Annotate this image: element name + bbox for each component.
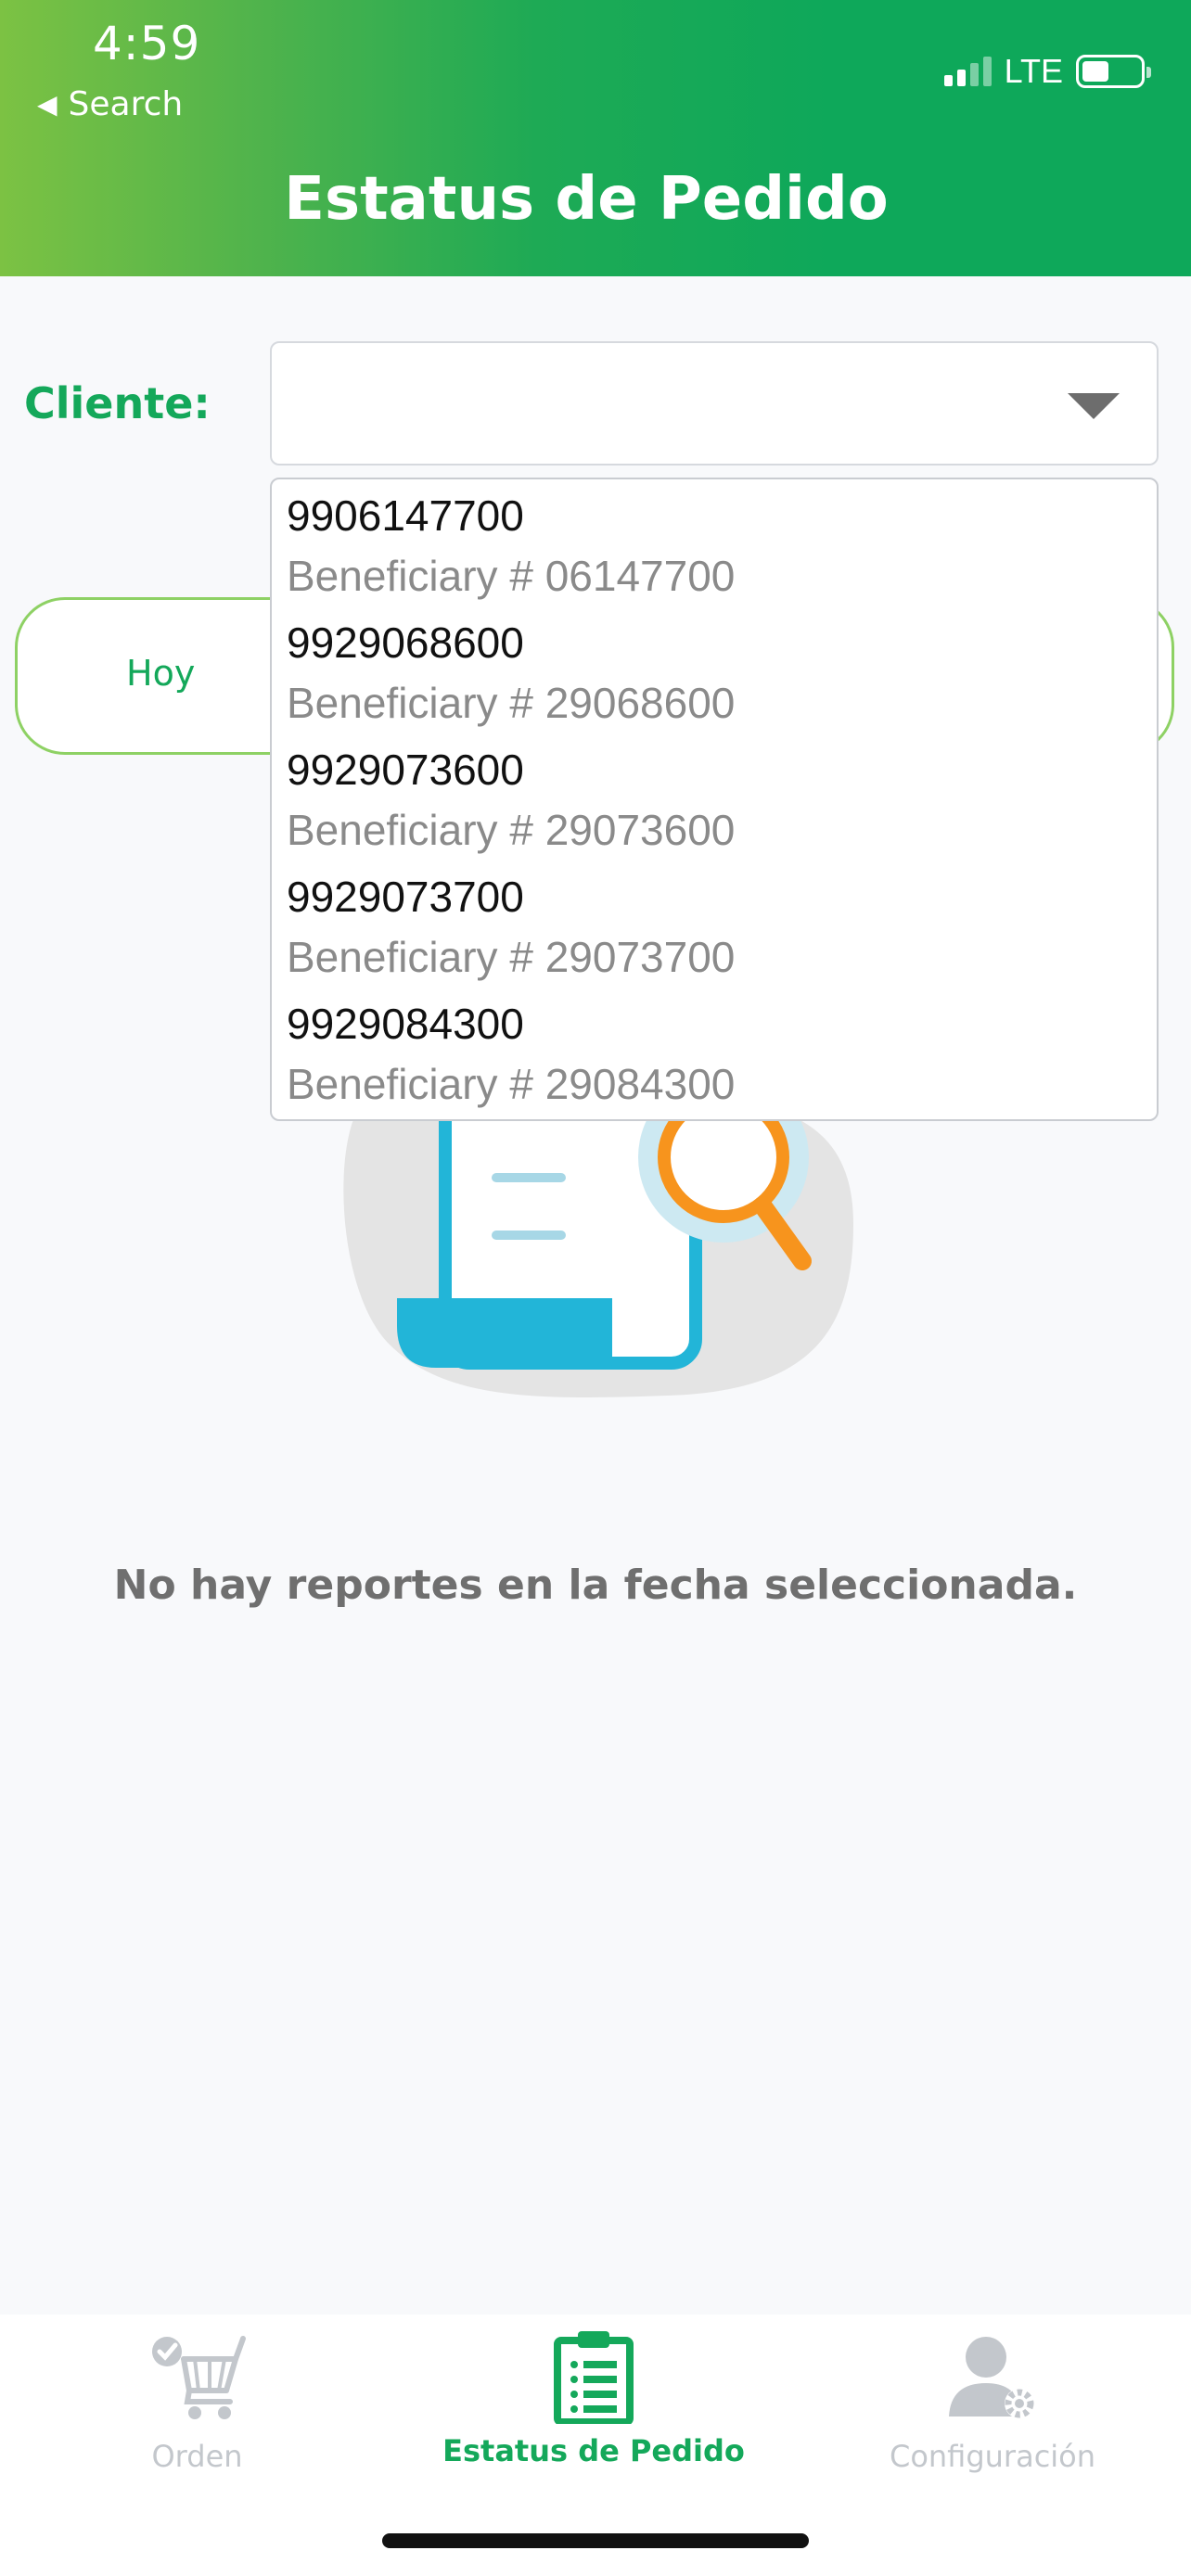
dropdown-caret-icon (1068, 393, 1120, 419)
client-option-number: 9906147700 (287, 491, 524, 540)
client-option-number: 9929084300 (287, 1000, 524, 1048)
client-option[interactable]: 9906147700 Beneficiary # 06147700 (272, 487, 1157, 614)
network-type: LTE (1004, 52, 1063, 90)
client-option-detail: Beneficiary # 29068600 (287, 679, 736, 727)
status-time: 4:59 (93, 17, 201, 70)
illustration-scroll-base (397, 1298, 612, 1368)
back-triangle-icon: ◀ (37, 89, 58, 120)
back-label: Search (68, 85, 184, 123)
today-filter-label: Hoy (126, 653, 196, 694)
back-to-search-link[interactable]: ◀ Search (37, 85, 183, 123)
tab-orden[interactable]: Orden (83, 2315, 311, 2474)
battery-icon (1076, 55, 1151, 88)
client-option-detail: Beneficiary # 29084300 (287, 1060, 736, 1108)
app-header: 4:59 ◀ Search LTE Estatus de Pedido (0, 0, 1191, 276)
client-option-number: 9929068600 (287, 618, 524, 667)
client-label: Cliente: (24, 378, 211, 428)
client-option[interactable]: 9929073600 Beneficiary # 29073600 (272, 741, 1157, 868)
tab-estatus-de-pedido[interactable]: Estatus de Pedido (408, 2315, 779, 2468)
client-option-detail: Beneficiary # 06147700 (287, 552, 736, 600)
client-option[interactable]: 9929084300 Beneficiary # 29084300 (272, 995, 1157, 1122)
client-option-detail: Beneficiary # 29073600 (287, 806, 736, 854)
client-options-list[interactable]: 9906147700 Beneficiary # 06147700 992906… (270, 478, 1159, 1121)
tab-orden-label: Orden (151, 2439, 243, 2474)
status-indicators: LTE (943, 52, 1151, 91)
tab-estatus-label: Estatus de Pedido (442, 2433, 745, 2468)
client-option-detail: Beneficiary # 29073700 (287, 933, 736, 981)
client-option[interactable]: 9929068600 Beneficiary # 29068600 (272, 614, 1157, 741)
tab-configuracion-label: Configuración (889, 2439, 1096, 2474)
empty-state-message: No hay reportes en la fecha seleccionada… (113, 1562, 1078, 1609)
cart-icon (151, 2336, 246, 2419)
home-indicator[interactable] (382, 2533, 809, 2548)
client-select[interactable] (270, 341, 1159, 465)
client-option-number: 9929073600 (287, 746, 524, 794)
client-option[interactable]: 9929073700 Beneficiary # 29073700 (272, 868, 1157, 995)
signal-strength-icon (943, 57, 992, 86)
user-settings-icon (949, 2337, 1034, 2418)
page-title: Estatus de Pedido (284, 165, 889, 234)
clipboard-list-icon (554, 2331, 634, 2426)
client-option-number: 9929073700 (287, 873, 524, 921)
tab-configuracion[interactable]: Configuración (863, 2315, 1122, 2474)
